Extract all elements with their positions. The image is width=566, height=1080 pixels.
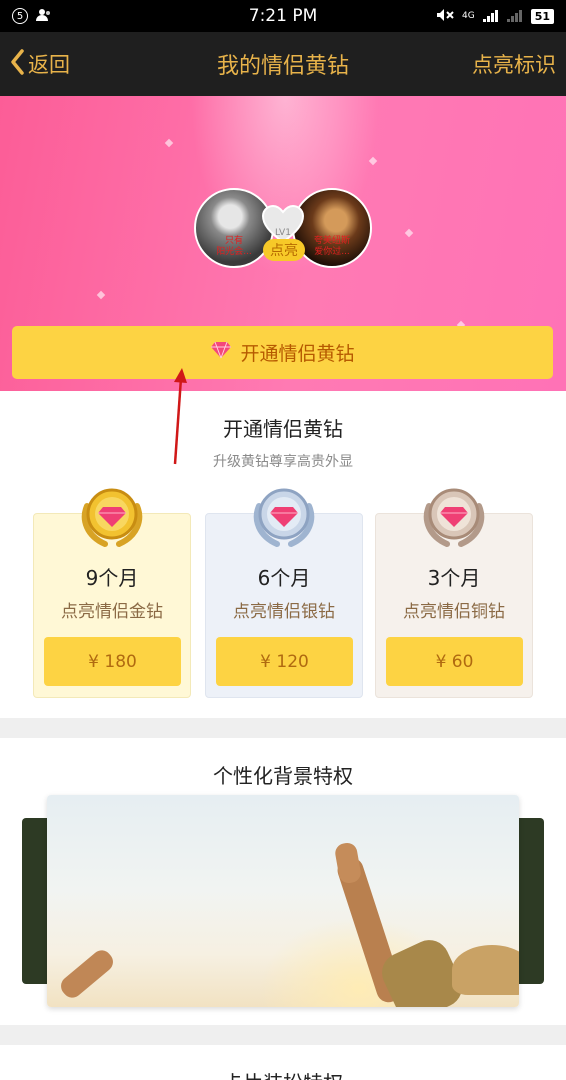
plan-tier: 点亮情侣银钻 <box>233 602 335 622</box>
gold-diamond-medal-icon <box>81 488 143 547</box>
plan-tier: 点亮情侣铜钻 <box>403 602 505 622</box>
plan-duration: 9个月 <box>85 566 139 590</box>
diamond-icon <box>210 341 232 364</box>
open-button-label: 开通情侣黄钻 <box>240 343 355 365</box>
notification-badge: 5 <box>12 8 28 24</box>
raised-hand <box>333 841 363 885</box>
plan-price-button[interactable]: ¥ 60 <box>386 637 523 686</box>
signal-icon <box>482 7 499 26</box>
signal-empty-icon <box>506 7 523 26</box>
heart-icon <box>261 204 305 244</box>
sparkle-icon <box>404 228 414 238</box>
background-privilege-title: 个性化背景特权 <box>213 764 353 788</box>
plan-tier: 点亮情侣金钻 <box>61 602 163 622</box>
straw-hat <box>452 945 519 995</box>
network-type: 4G <box>461 10 475 21</box>
annotation-arrow-icon <box>173 368 187 465</box>
mute-icon <box>436 7 454 26</box>
chevron-left-icon <box>10 48 24 80</box>
plan-card-gold[interactable]: 9个月 点亮情侣金钻 ¥ 180 <box>33 488 191 698</box>
card-privilege-section: 卡片装扮特权 <box>0 1045 566 1080</box>
light-badge-button[interactable]: 点亮标识 <box>472 49 566 79</box>
left-arm <box>56 946 118 1002</box>
sparkle-icon <box>164 138 174 148</box>
plan-card-bronze[interactable]: 3个月 点亮情侣铜钻 ¥ 60 <box>375 488 533 698</box>
light-up-badge[interactable]: 点亮 <box>263 239 305 261</box>
purchase-subtitle: 升级黄钻尊享高贵外显 <box>213 454 353 470</box>
level-label: LV1 <box>275 228 291 238</box>
background-privilege-section: 个性化背景特权 <box>0 738 566 1025</box>
hero-banner: 只有 阳光会... 夸美纽斯 爱你过... LV1 点亮 开通情侣黄钻 <box>0 96 566 391</box>
status-bar: 5 7:21 PM 4G 51 <box>0 0 566 32</box>
nav-bar: 返回 我的情侣黄钻 点亮标识 <box>0 32 566 96</box>
purchase-title: 开通情侣黄钻 <box>223 417 343 441</box>
bronze-diamond-medal-icon <box>423 488 485 547</box>
plan-duration: 3个月 <box>427 566 481 590</box>
back-label: 返回 <box>28 53 70 77</box>
battery-level: 51 <box>530 8 554 24</box>
page: 5 7:21 PM 4G 51 返回 我的情侣黄钻 点亮标识 只有 阳光会...… <box>0 0 566 1080</box>
back-button[interactable]: 返回 <box>0 48 70 80</box>
plan-duration: 6个月 <box>257 566 311 590</box>
plan-card-silver[interactable]: 6个月 点亮情侣银钻 ¥ 120 <box>205 488 363 698</box>
contacts-icon <box>36 7 52 26</box>
sparkle-icon <box>96 290 106 300</box>
purchase-section: 开通情侣黄钻 升级黄钻尊享高贵外显 9个月 点亮情侣金钻 ¥ 180 6个月 点… <box>0 391 566 718</box>
card-privilege-title: 卡片装扮特权 <box>0 1067 566 1080</box>
avatar-right-caption: 夸美纽斯 爱你过... <box>313 236 350 257</box>
plan-price-button[interactable]: ¥ 120 <box>216 637 353 686</box>
open-couple-diamond-button[interactable]: 开通情侣黄钻 <box>12 326 553 379</box>
plan-price-button[interactable]: ¥ 180 <box>44 637 181 686</box>
silver-diamond-medal-icon <box>253 488 315 547</box>
background-preview-image[interactable] <box>47 795 519 1007</box>
